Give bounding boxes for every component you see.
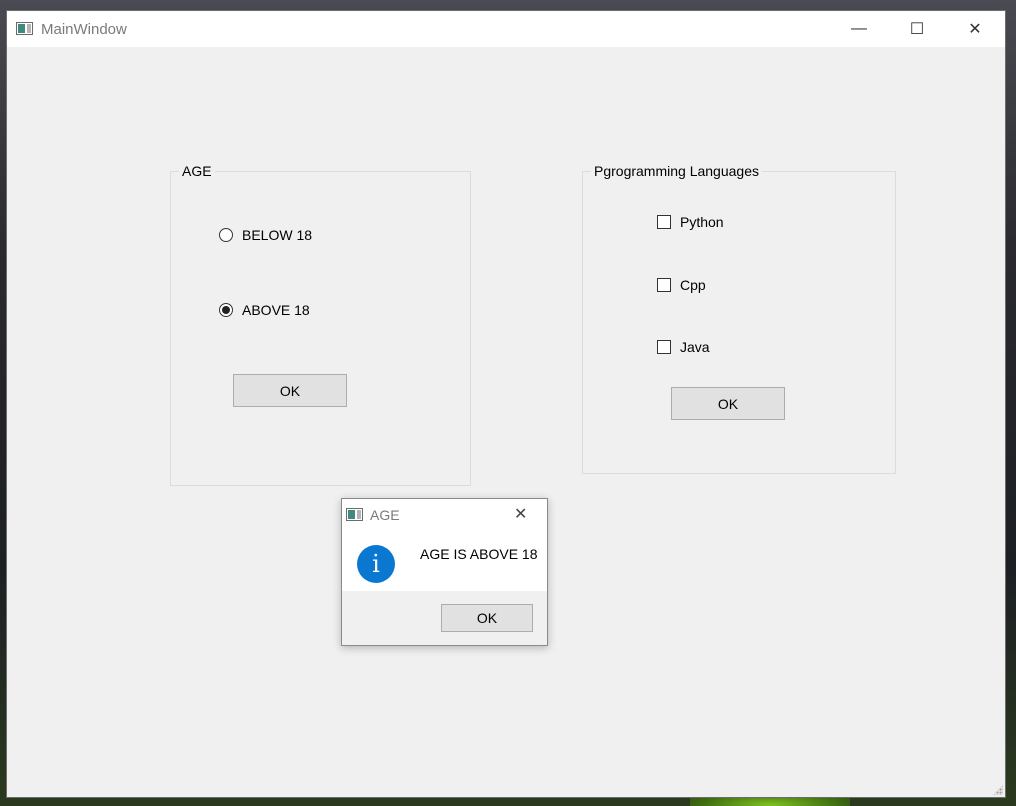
- radio-label: BELOW 18: [242, 227, 313, 243]
- checkbox-label: Cpp: [680, 277, 706, 293]
- languages-group-title: Pgrogramming Languages: [591, 163, 762, 179]
- dialog-ok-button[interactable]: OK: [441, 604, 533, 632]
- languages-groupbox: Pgrogramming Languages Python Cpp Java O…: [582, 163, 896, 474]
- minimize-button[interactable]: —: [830, 11, 888, 47]
- dialog-app-icon: [346, 508, 363, 521]
- radio-above-18[interactable]: ABOVE 18: [219, 302, 310, 318]
- checkbox-cpp[interactable]: Cpp: [657, 277, 706, 293]
- radio-label: ABOVE 18: [242, 302, 310, 318]
- radio-indicator[interactable]: [219, 228, 233, 242]
- dialog-body: AGE ✕ i AGE IS ABOVE 18: [342, 499, 547, 591]
- age-ok-button[interactable]: OK: [233, 374, 347, 407]
- languages-ok-button[interactable]: OK: [671, 387, 785, 420]
- close-button[interactable]: ✕: [946, 11, 1004, 47]
- checkbox-label: Python: [680, 214, 724, 230]
- age-group-title: AGE: [179, 163, 215, 179]
- dialog-message: AGE IS ABOVE 18: [420, 546, 538, 562]
- main-window: MainWindow — ☐ ✕ AGE BELOW 18 ABOVE 18 O…: [6, 10, 1006, 798]
- radio-below-18[interactable]: BELOW 18: [219, 227, 312, 243]
- checkbox-indicator[interactable]: [657, 215, 671, 229]
- dialog-title: AGE: [370, 507, 400, 523]
- title-bar[interactable]: MainWindow — ☐ ✕: [7, 11, 1005, 47]
- age-groupbox: AGE BELOW 18 ABOVE 18 OK: [170, 163, 471, 486]
- message-dialog: AGE ✕ i AGE IS ABOVE 18 OK: [341, 498, 548, 646]
- app-icon: [16, 22, 33, 35]
- maximize-button[interactable]: ☐: [888, 11, 946, 47]
- radio-indicator[interactable]: [219, 303, 233, 317]
- window-title: MainWindow: [41, 21, 127, 38]
- dialog-close-button[interactable]: ✕: [514, 504, 527, 524]
- info-icon: i: [357, 545, 395, 583]
- resize-grip[interactable]: [993, 785, 1003, 795]
- checkbox-indicator[interactable]: [657, 340, 671, 354]
- checkbox-java[interactable]: Java: [657, 339, 710, 355]
- checkbox-python[interactable]: Python: [657, 214, 724, 230]
- checkbox-label: Java: [680, 339, 710, 355]
- checkbox-indicator[interactable]: [657, 278, 671, 292]
